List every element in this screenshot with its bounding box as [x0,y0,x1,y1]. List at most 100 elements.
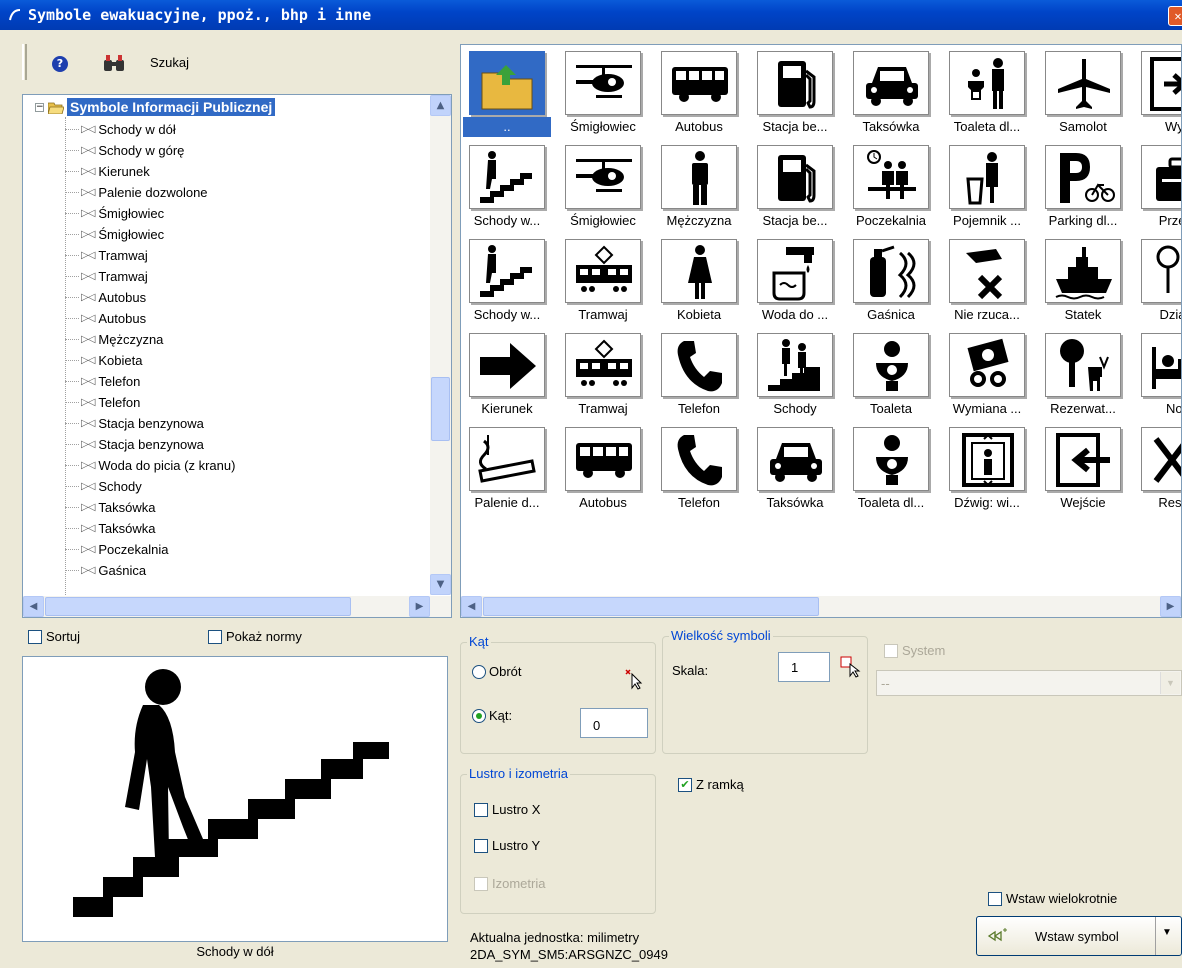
tree-item[interactable]: ▷◁ Kobieta [65,350,142,371]
tree-item[interactable]: ▷◁ Kierunek [65,161,150,182]
tree-item[interactable]: ▷◁ Schody w dół [65,119,176,140]
angle-input[interactable]: 0 [580,708,648,738]
symbol-tile[interactable]: Śmigłowiec [559,47,647,139]
symbol-tile[interactable]: Nocl [1135,329,1181,421]
symbol-tile[interactable]: Stacja be... [751,141,839,233]
tree-item[interactable]: ▷◁ Mężczyzna [65,329,163,350]
scroll-down-icon[interactable]: ▼ [430,574,451,595]
symbol-tile[interactable]: Toaleta dl... [943,47,1031,139]
symbol-tile[interactable]: Dźwig: wi... [943,423,1031,515]
insert-multiple-checkbox[interactable]: Wstaw wielokrotnie [988,891,1117,906]
close-button[interactable]: ✕ [1168,6,1182,26]
symbol-tile[interactable]: Telefon [655,423,743,515]
system-select: -- ▼ [876,670,1182,696]
tree-item[interactable]: ▷◁ Schody w górę [65,140,184,161]
tree-item[interactable]: ▷◁ Taksówka [65,518,155,539]
pick-scale-icon[interactable] [840,656,864,678]
pick-angle-icon[interactable] [624,668,644,690]
binoculars-icon[interactable] [102,52,126,74]
symbol-tile[interactable]: Śmigłowiec [559,141,647,233]
symbol-tile[interactable]: Statek [1039,235,1127,327]
symbol-tile[interactable]: Nie rzuca... [943,235,1031,327]
symbol-tile[interactable]: Działal [1135,235,1181,327]
symbol-tile-frame [757,333,833,397]
symbol-tile[interactable]: Taksówka [847,47,935,139]
symbol-tile[interactable]: Tramwaj [559,235,647,327]
search-button[interactable]: Szukaj [150,55,189,70]
scroll-up-icon[interactable]: ▲ [430,95,451,116]
symbol-tile[interactable]: Schody [751,329,839,421]
symbol-tile[interactable]: Palenie d... [463,423,551,515]
rotation-radio[interactable]: Obrót [472,664,522,679]
symbol-tile[interactable]: Taksówka [751,423,839,515]
symbol-tile[interactable]: .. [463,47,551,139]
tree-item[interactable]: ▷◁ Śmigłowiec [65,203,164,224]
toolbar-grip[interactable] [22,44,27,80]
symbol-tile[interactable]: Schody w... [463,141,551,233]
mirror-x-checkbox[interactable]: Lustro X [474,802,540,817]
symbol-tile[interactable]: Samolot [1039,47,1127,139]
tree-item[interactable]: ▷◁ Telefon [65,392,140,413]
tree-item[interactable]: ▷◁ Schody [65,476,142,497]
symbol-tile[interactable]: Schody w... [463,235,551,327]
tree-item[interactable]: ▷◁ Stacja benzynowa [65,413,204,434]
symbol-tile[interactable]: Woda do ... [751,235,839,327]
tree-root[interactable]: − Symbole Informacji Publicznej [35,97,276,117]
symbol-grid[interactable]: .. Śmigłowiec Autobus Stacja be... Taksówka T… [460,44,1182,618]
show-norms-checkbox[interactable]: Pokaż normy [208,629,302,644]
tree-item[interactable]: ▷◁ Gaśnica [65,560,146,581]
symbol-tile[interactable]: Toaleta [847,329,935,421]
collapse-icon[interactable]: − [35,102,44,112]
grid-hscroll-thumb[interactable] [483,597,819,616]
tree-item[interactable]: ▷◁ Telefon [65,371,140,392]
sort-checkbox[interactable]: Sortuj [28,629,80,644]
symbol-tile[interactable]: Rezerwat... [1039,329,1127,421]
tree-item[interactable]: ▷◁ Tramwaj [65,245,148,266]
tree-item[interactable]: ▷◁ Woda do picia (z kranu) [65,455,235,476]
dropdown-arrow-icon[interactable]: ▼ [1162,927,1172,938]
tree-item[interactable]: ▷◁ Palenie dozwolone [65,182,208,203]
tree-item[interactable]: ▷◁ Autobus [65,287,146,308]
symbol-tile[interactable]: Wejście [1039,423,1127,515]
symbol-tile[interactable]: Przech [1135,141,1181,233]
symbol-tile[interactable]: Kobieta [655,235,743,327]
symbol-tile[interactable]: Autobus [559,423,647,515]
symbol-tile[interactable]: Mężczyzna [655,141,743,233]
tree-item[interactable]: ▷◁ Tramwaj [65,266,148,287]
symbol-tile[interactable]: Parking dl... [1039,141,1127,233]
symbol-tile[interactable]: Kierunek [463,329,551,421]
insert-symbol-button[interactable]: Wstaw symbol ▼ [976,916,1182,956]
angle-radio[interactable]: Kąt: [472,708,512,723]
scroll-left-icon[interactable]: ◀ [23,596,44,617]
symbol-tile[interactable]: Toaleta dl... [847,423,935,515]
tree-scroll-thumb[interactable] [431,377,450,441]
tree-item[interactable]: ▷◁ Poczekalnia [65,539,169,560]
symbol-tile[interactable]: Telefon [655,329,743,421]
help-icon[interactable]: ? [52,56,68,72]
symbol-tree[interactable]: − Symbole Informacji Publicznej ▷◁ Schody… [22,94,452,618]
symbol-tile[interactable]: Tramwaj [559,329,647,421]
symbol-tile[interactable]: Wyjś [1135,47,1181,139]
tree-hscroll-thumb[interactable] [45,597,351,616]
symbol-tile[interactable]: Pojemnik ... [943,141,1031,233]
frame-checkbox[interactable]: ✔ Z ramką [678,777,744,792]
tree-item[interactable]: ▷◁ Stacja benzynowa [65,434,204,455]
symbol-tile[interactable]: Gaśnica [847,235,935,327]
tree-item[interactable]: ▷◁ Taksówka [65,497,155,518]
helicopter-icon [576,65,632,98]
symbol-tile[interactable]: Autobus [655,47,743,139]
mirror-y-checkbox[interactable]: Lustro Y [474,838,540,853]
symbol-tile[interactable]: Restau [1135,423,1181,515]
scroll-right-icon[interactable]: ▶ [1160,596,1181,617]
scroll-right-icon[interactable]: ▶ [409,596,430,617]
tree-item[interactable]: ▷◁ Śmigłowiec [65,224,164,245]
tree-horizontal-scrollbar[interactable]: ◀ ▶ [23,596,451,617]
symbol-tile[interactable]: Wymiana ... [943,329,1031,421]
tree-vertical-scrollbar[interactable]: ▲ ▼ [430,95,451,595]
scroll-left-icon[interactable]: ◀ [461,596,482,617]
symbol-tile[interactable]: Stacja be... [751,47,839,139]
symbol-tile[interactable]: Poczekalnia [847,141,935,233]
grid-horizontal-scrollbar[interactable]: ◀ ▶ [461,596,1181,617]
scale-input[interactable]: 1 [778,652,830,682]
tree-item[interactable]: ▷◁ Autobus [65,308,146,329]
